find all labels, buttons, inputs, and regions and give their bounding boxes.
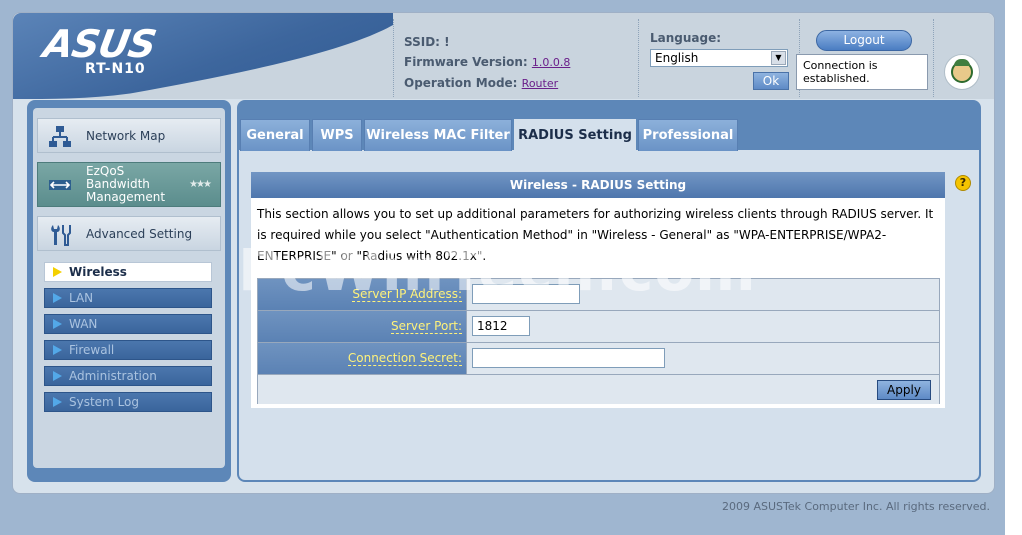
opmode-label: Operation Mode: <box>404 76 518 90</box>
section-title: Wireless - RADIUS Setting <box>251 172 945 198</box>
sidebar-subitem-firewall[interactable]: Firewall <box>44 340 212 360</box>
ssid-value: ! <box>444 35 450 49</box>
ezqos-icon <box>49 180 71 190</box>
tab-radius-setting[interactable]: RADIUS Setting <box>514 119 636 152</box>
sidebar-subitem-wan[interactable]: WAN <box>44 314 212 334</box>
tab-wps[interactable]: WPS <box>312 119 362 151</box>
sidebar-item-advanced-setting[interactable]: Advanced Setting <box>37 216 221 251</box>
header-divider <box>393 19 394 97</box>
arrow-right-icon <box>53 345 62 355</box>
form-row-apply: Apply <box>258 375 939 404</box>
tab-professional[interactable]: Professional <box>638 119 738 151</box>
sidebar-subitem-wireless[interactable]: Wireless <box>44 262 212 282</box>
arrow-right-icon <box>53 319 62 329</box>
sidebar-subitem-label: System Log <box>69 395 139 409</box>
logout-button[interactable]: Logout <box>816 30 912 51</box>
form-row-server-port: Server Port: 1812 <box>258 311 939 343</box>
language-select[interactable]: English ▼ <box>650 49 788 67</box>
sidebar-subitem-system-log[interactable]: System Log <box>44 392 212 412</box>
ssid-label: SSID: <box>404 35 440 49</box>
arrow-right-icon <box>53 397 62 407</box>
chevron-down-icon[interactable]: ▼ <box>771 51 786 65</box>
sidebar-subitem-label: WAN <box>69 317 98 331</box>
sidebar-subitem-label: Administration <box>69 369 157 383</box>
form-row-connection-secret: Connection Secret: <box>258 343 939 375</box>
help-icon[interactable]: ? <box>955 175 971 191</box>
status-avatar-icon <box>944 54 980 90</box>
asus-logo: ASUS <box>40 22 159 66</box>
header-divider <box>933 19 934 97</box>
sidebar-item-network-map[interactable]: Network Map <box>37 118 221 153</box>
arrow-right-icon <box>53 293 62 303</box>
apply-button[interactable]: Apply <box>877 380 931 400</box>
firmware-label: Firmware Version: <box>404 55 528 69</box>
firmware-link[interactable]: 1.0.0.8 <box>532 56 570 69</box>
stars-icon: ★★★ <box>189 179 212 190</box>
network-map-icon <box>49 126 71 147</box>
server-port-label: Server Port: <box>258 311 467 342</box>
connection-secret-input[interactable] <box>472 348 665 368</box>
sidebar-subitem-label: Wireless <box>69 265 127 279</box>
language-label: Language: <box>650 31 722 45</box>
language-ok-button[interactable]: Ok <box>753 72 789 90</box>
page-edge <box>1005 0 1022 535</box>
sidebar-subitem-label: Firewall <box>69 343 115 357</box>
server-port-input[interactable]: 1812 <box>472 316 530 336</box>
connection-secret-label: Connection Secret: <box>258 343 467 374</box>
arrow-right-icon <box>53 371 62 381</box>
watermark: PcWinTech.com <box>238 236 757 304</box>
opmode-link[interactable]: Router <box>522 77 558 90</box>
arrow-right-icon <box>53 267 62 277</box>
tab-general[interactable]: General <box>240 119 310 151</box>
sidebar-subitem-lan[interactable]: LAN <box>44 288 212 308</box>
sidebar-item-ezqos[interactable]: EzQoS Bandwidth Management ★★★ <box>37 162 221 207</box>
sidebar-subitem-administration[interactable]: Administration <box>44 366 212 386</box>
tab-wireless-mac-filter[interactable]: Wireless MAC Filter <box>364 119 512 151</box>
model-name: RT-N10 <box>85 61 146 77</box>
tools-icon <box>51 225 71 246</box>
sidebar-item-label: Network Map <box>86 129 166 143</box>
sidebar-subitem-label: LAN <box>69 291 94 305</box>
connection-status: Connection is established. <box>796 54 928 90</box>
sidebar-item-label: EzQoS Bandwidth Management <box>86 164 166 204</box>
language-value: English <box>655 51 699 65</box>
copyright-footer: 2009 ASUSTek Computer Inc. All rights re… <box>722 500 990 513</box>
router-info: SSID: ! Firmware Version: 1.0.0.8 Operat… <box>404 32 570 94</box>
sidebar-item-label: Advanced Setting <box>86 227 193 241</box>
header-divider <box>638 19 639 97</box>
